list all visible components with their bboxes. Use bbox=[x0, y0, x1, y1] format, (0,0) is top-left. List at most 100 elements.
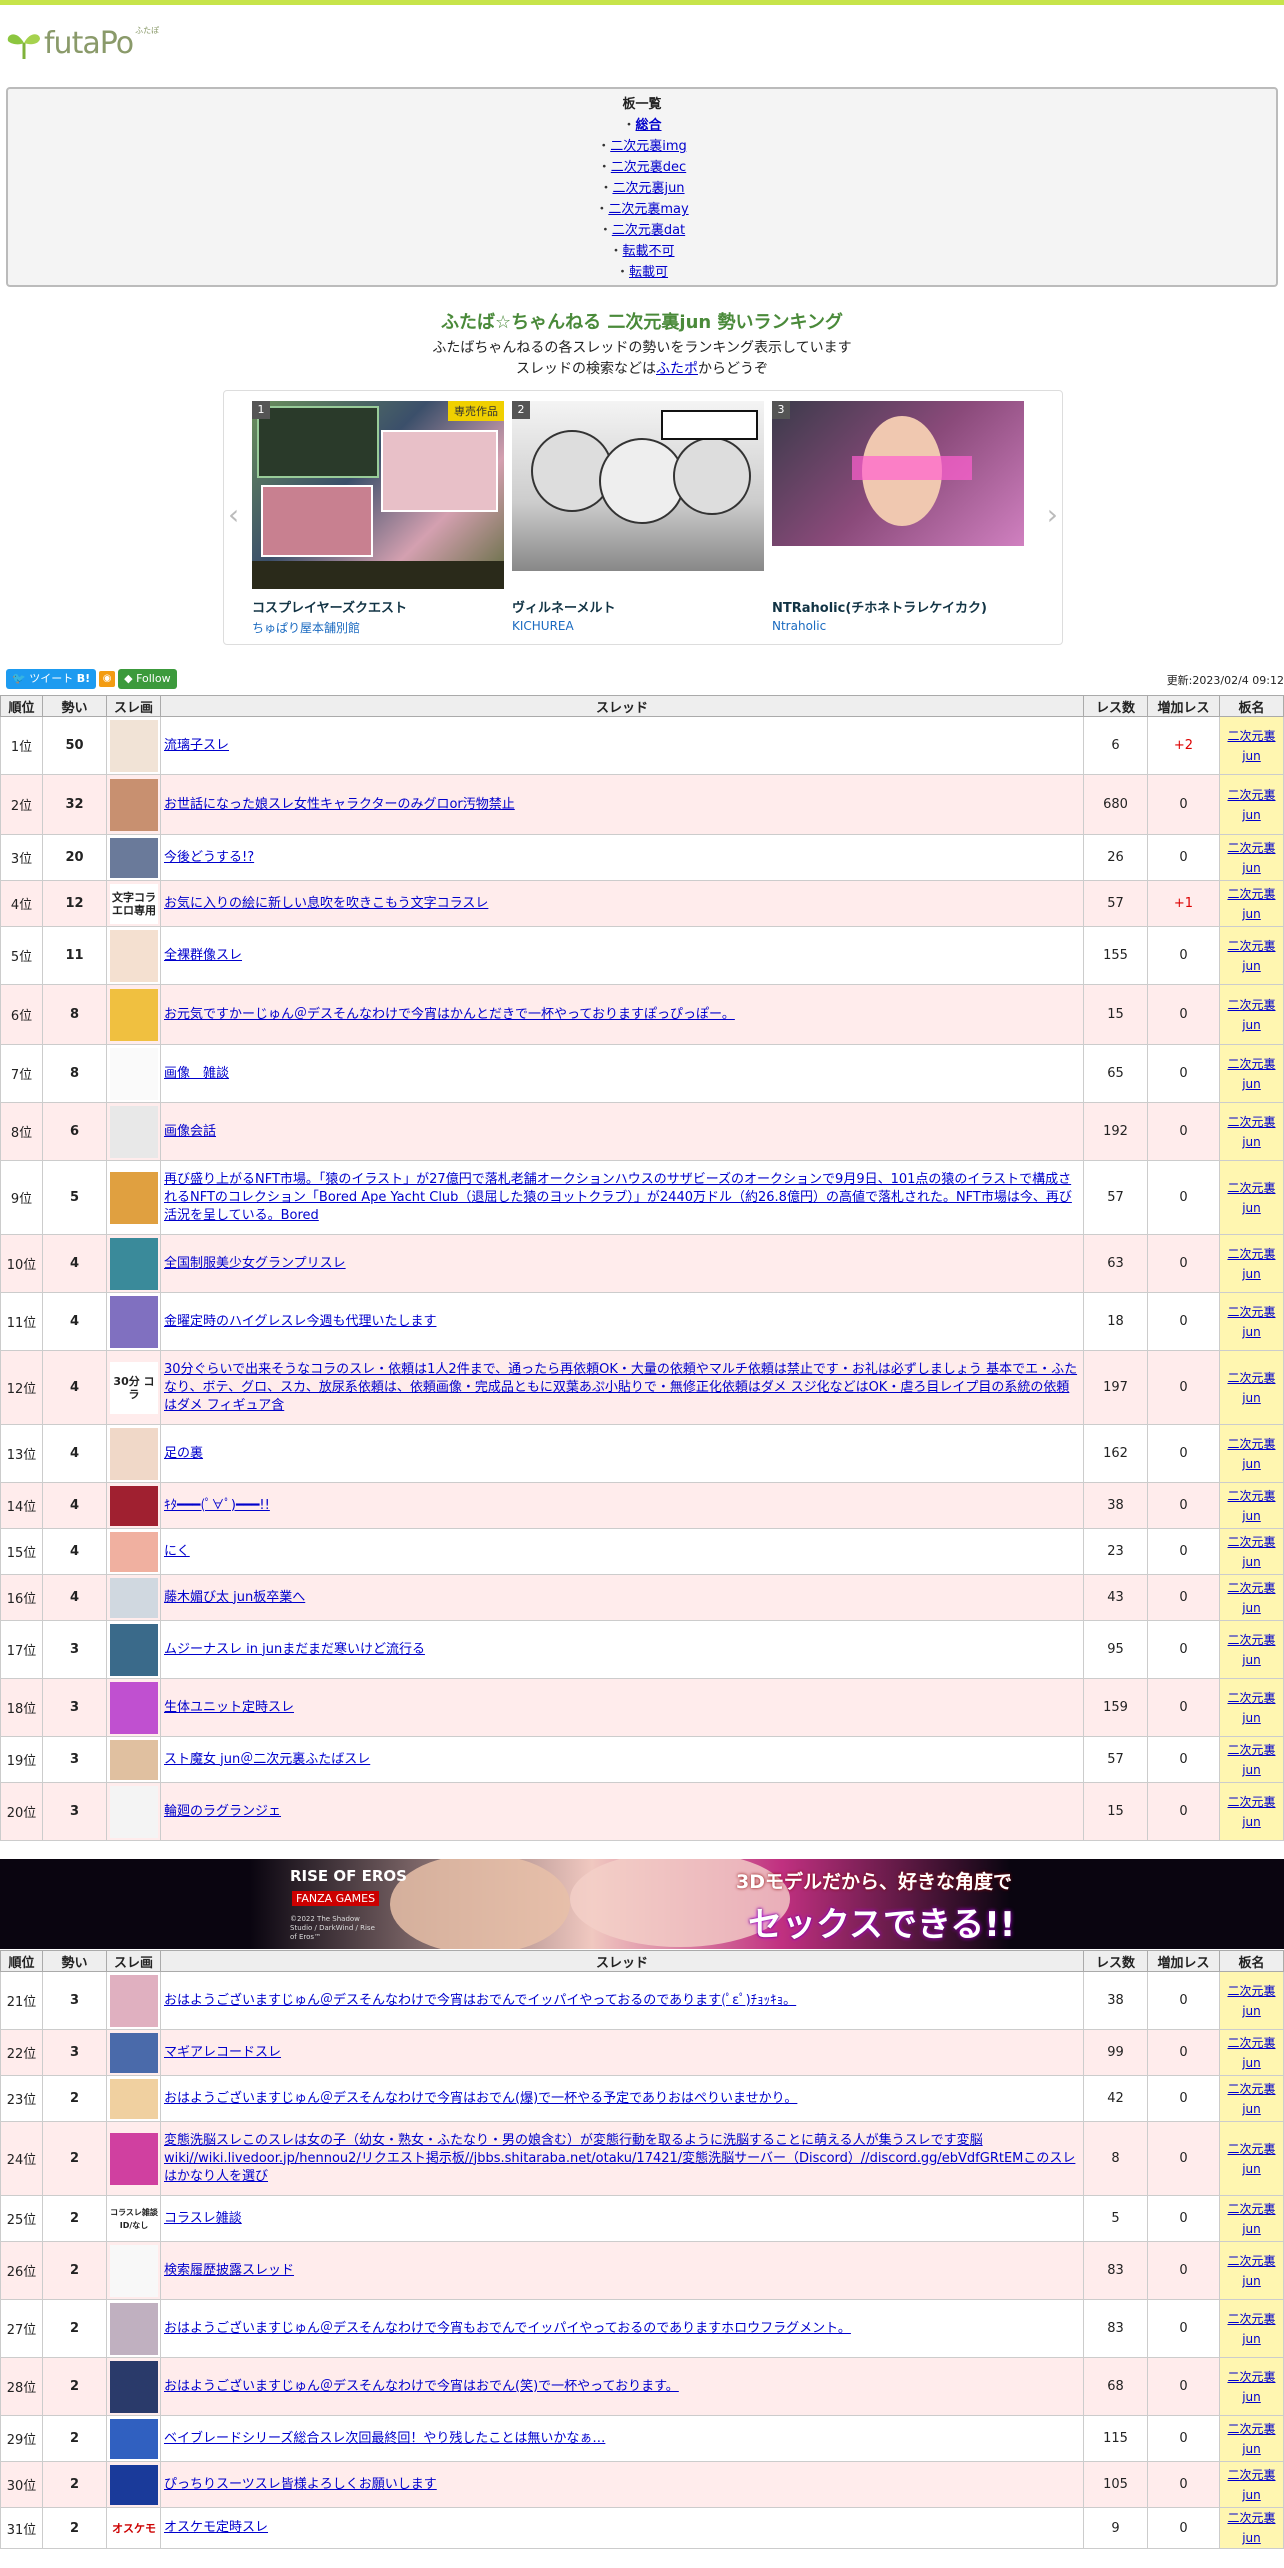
thumbnail-cell[interactable]: コラスレ雑談 ID/なし bbox=[106, 2195, 161, 2242]
thread-thumbnail[interactable]: オスケモ bbox=[110, 2513, 158, 2543]
thread-link[interactable]: おはようございますじゅん＠デスそんなわけで今宵もおでんでイッパイやっておるのであ… bbox=[164, 2321, 851, 2336]
board-link[interactable]: 総合 bbox=[636, 118, 662, 133]
thread-thumbnail[interactable] bbox=[110, 837, 158, 878]
thread-thumbnail[interactable] bbox=[110, 2078, 158, 2119]
thread-thumbnail[interactable] bbox=[110, 2360, 158, 2413]
thumbnail-cell[interactable] bbox=[106, 1971, 161, 2030]
thumbnail-cell[interactable] bbox=[106, 834, 161, 881]
thread-link[interactable]: ぴっちりスーツスレ皆様よろしくお願いします bbox=[164, 2477, 437, 2492]
board-name-link[interactable]: 二次元裏jun bbox=[1227, 2468, 1275, 2502]
carousel-sub-3[interactable]: Ntraholic bbox=[772, 619, 1024, 633]
thread-thumbnail[interactable] bbox=[110, 1105, 158, 1158]
board-link[interactable]: 転載不可 bbox=[623, 244, 675, 259]
thread-link[interactable]: 今後どうする!? bbox=[164, 850, 254, 865]
thread-link[interactable]: 画像 雑談 bbox=[164, 1066, 229, 1081]
thread-thumbnail[interactable] bbox=[110, 2032, 158, 2073]
thread-link[interactable]: 再び盛り上がるNFT市場。「猿のイラスト」が27億円で落札老舗オークションハウス… bbox=[164, 1172, 1072, 1223]
board-name-link[interactable]: 二次元裏jun bbox=[1227, 729, 1275, 763]
board-list-box[interactable]: 板一覧 総合二次元裏img 二次元裏dec 二次元裏jun 二次元裏may 二次元裏da… bbox=[6, 87, 1278, 287]
thread-link[interactable]: おはようございますじゅん＠デスそんなわけで今宵はおでん(爆)で一杯やる予定であり… bbox=[164, 2091, 797, 2106]
board-name-link[interactable]: 二次元裏jun bbox=[1227, 788, 1275, 822]
board-link[interactable]: 二次元裏img bbox=[610, 139, 687, 154]
thread-link[interactable]: コラスレ雑談 bbox=[164, 2211, 242, 2226]
thumbnail-cell[interactable] bbox=[106, 2241, 161, 2300]
board-name-link[interactable]: 二次元裏jun bbox=[1227, 2370, 1275, 2404]
carousel-prev-icon[interactable]: ‹ bbox=[228, 501, 239, 529]
board-name-link[interactable]: 二次元裏jun bbox=[1227, 1691, 1275, 1725]
board-name-link[interactable]: 二次元裏jun bbox=[1227, 1795, 1275, 1829]
thread-thumbnail[interactable] bbox=[110, 2464, 158, 2505]
thread-link[interactable]: お元気ですかーじゅん＠デスそんなわけで今宵はかんとだきで一杯やっておりますぽっぴ… bbox=[164, 1007, 735, 1022]
thread-link[interactable]: 流璃子スレ bbox=[164, 738, 229, 753]
thumbnail-cell[interactable]: オスケモ bbox=[106, 2507, 161, 2549]
thread-link[interactable]: お世話になった娘スレ女性キャラクターのみグロor汚物禁止 bbox=[164, 797, 515, 812]
board-name-link[interactable]: 二次元裏jun bbox=[1227, 1057, 1275, 1091]
thread-thumbnail[interactable] bbox=[110, 1739, 158, 1780]
thumbnail-cell[interactable] bbox=[106, 1292, 161, 1351]
carousel-title-3[interactable]: NTRaholic(チホネトラレケイカク) bbox=[772, 597, 1024, 616]
rss-icon[interactable]: ◉ bbox=[99, 671, 116, 687]
thumbnail-cell[interactable] bbox=[106, 2029, 161, 2076]
carousel-item-1[interactable]: 1 専売作品 コスプレイヤーズクエスト ちゅぱり屋本舗別館 bbox=[252, 401, 504, 636]
board-name-link[interactable]: 二次元裏jun bbox=[1227, 1535, 1275, 1569]
thread-thumbnail[interactable] bbox=[110, 719, 158, 772]
board-name-link[interactable]: 二次元裏jun bbox=[1227, 1247, 1275, 1281]
thread-thumbnail[interactable] bbox=[110, 1531, 158, 1572]
board-name-link[interactable]: 二次元裏jun bbox=[1227, 2511, 1275, 2545]
thread-thumbnail[interactable]: 文字コラ エロ専用 bbox=[110, 883, 158, 924]
carousel-item-3[interactable]: 3 NTRaholic(チホネトラレケイカク) Ntraholic bbox=[772, 401, 1024, 633]
thread-thumbnail[interactable] bbox=[110, 2132, 158, 2185]
thumbnail-cell[interactable] bbox=[106, 2415, 161, 2462]
thread-link[interactable]: 生体ユニット定時スレ bbox=[164, 1700, 294, 1715]
thread-link[interactable]: 変態洗脳スレこのスレは女の子（幼女・熟女・ふたなり・男の娘含む）が変態行動を取る… bbox=[164, 2133, 1075, 2184]
thread-link[interactable]: にく bbox=[164, 1544, 190, 1559]
thread-thumbnail[interactable] bbox=[110, 1623, 158, 1676]
carousel-sub-2[interactable]: KICHUREA bbox=[512, 619, 764, 633]
board-name-link[interactable]: 二次元裏jun bbox=[1227, 1984, 1275, 2018]
board-link[interactable]: 二次元裏jun bbox=[612, 181, 684, 196]
carousel-next-icon[interactable]: › bbox=[1047, 501, 1058, 529]
ad-banner[interactable]: RISE OF EROS FANZA GAMES ©2022 The Shado… bbox=[0, 1859, 1284, 1949]
thread-thumbnail[interactable] bbox=[110, 1237, 158, 1290]
thread-link[interactable]: ｷﾀ━━━(ﾟ∀ﾟ)━━━!! bbox=[164, 1498, 270, 1513]
thread-link[interactable]: オスケモ定時スレ bbox=[164, 2520, 268, 2535]
board-name-link[interactable]: 二次元裏jun bbox=[1227, 1633, 1275, 1667]
board-name-link[interactable]: 二次元裏jun bbox=[1227, 2082, 1275, 2116]
futapo-link[interactable]: ふたポ bbox=[656, 361, 698, 377]
thumbnail-cell[interactable] bbox=[106, 1160, 161, 1235]
thread-thumbnail[interactable] bbox=[110, 2244, 158, 2297]
thumbnail-cell[interactable]: 30分 コラ bbox=[106, 1350, 161, 1425]
thumbnail-cell[interactable] bbox=[106, 2075, 161, 2122]
board-name-link[interactable]: 二次元裏jun bbox=[1227, 2036, 1275, 2070]
thumbnail-cell[interactable] bbox=[106, 2299, 161, 2358]
thumbnail-cell[interactable] bbox=[106, 774, 161, 835]
thread-thumbnail[interactable]: 30分 コラ bbox=[110, 1361, 158, 1414]
thumbnail-cell[interactable] bbox=[106, 1678, 161, 1737]
thread-thumbnail[interactable] bbox=[110, 1171, 158, 1224]
thread-link[interactable]: 検索履歴披露スレッド bbox=[164, 2263, 294, 2278]
board-name-link[interactable]: 二次元裏jun bbox=[1227, 2142, 1275, 2176]
board-link[interactable]: 二次元裏may bbox=[608, 202, 688, 217]
thread-link[interactable]: 全裸群像スレ bbox=[164, 948, 242, 963]
thread-link[interactable]: 足の裏 bbox=[164, 1446, 203, 1461]
board-name-link[interactable]: 二次元裏jun bbox=[1227, 939, 1275, 973]
thread-link[interactable]: おはようございますじゅん＠デスそんなわけで今宵はおでんでイッパイやっておるのであ… bbox=[164, 1993, 796, 2008]
board-name-link[interactable]: 二次元裏jun bbox=[1227, 2422, 1275, 2456]
thread-thumbnail[interactable] bbox=[110, 778, 158, 831]
thread-thumbnail[interactable] bbox=[110, 1485, 158, 1526]
board-name-link[interactable]: 二次元裏jun bbox=[1227, 841, 1275, 875]
thumbnail-cell[interactable] bbox=[106, 716, 161, 775]
board-name-link[interactable]: 二次元裏jun bbox=[1227, 1489, 1275, 1523]
follow-button[interactable]: ◆ Follow bbox=[118, 669, 177, 689]
thread-thumbnail[interactable] bbox=[110, 1427, 158, 1480]
thread-thumbnail[interactable] bbox=[110, 2302, 158, 2355]
thread-thumbnail[interactable] bbox=[110, 1785, 158, 1838]
thumbnail-cell[interactable] bbox=[106, 1736, 161, 1783]
thumbnail-cell[interactable] bbox=[106, 984, 161, 1045]
thumbnail-cell[interactable] bbox=[106, 926, 161, 985]
thread-link[interactable]: マギアレコードスレ bbox=[164, 2045, 281, 2060]
thread-link[interactable]: ムジーナスレ in junまだまだ寒いけど流行る bbox=[164, 1642, 425, 1657]
thread-link[interactable]: 藤木媚び太 jun板卒業へ bbox=[164, 1590, 305, 1605]
board-link[interactable]: 転載可 bbox=[629, 265, 668, 280]
thread-link[interactable]: ベイブレードシリーズ総合スレ次回最終回！やり残したことは無いかなぁ… bbox=[164, 2431, 605, 2446]
